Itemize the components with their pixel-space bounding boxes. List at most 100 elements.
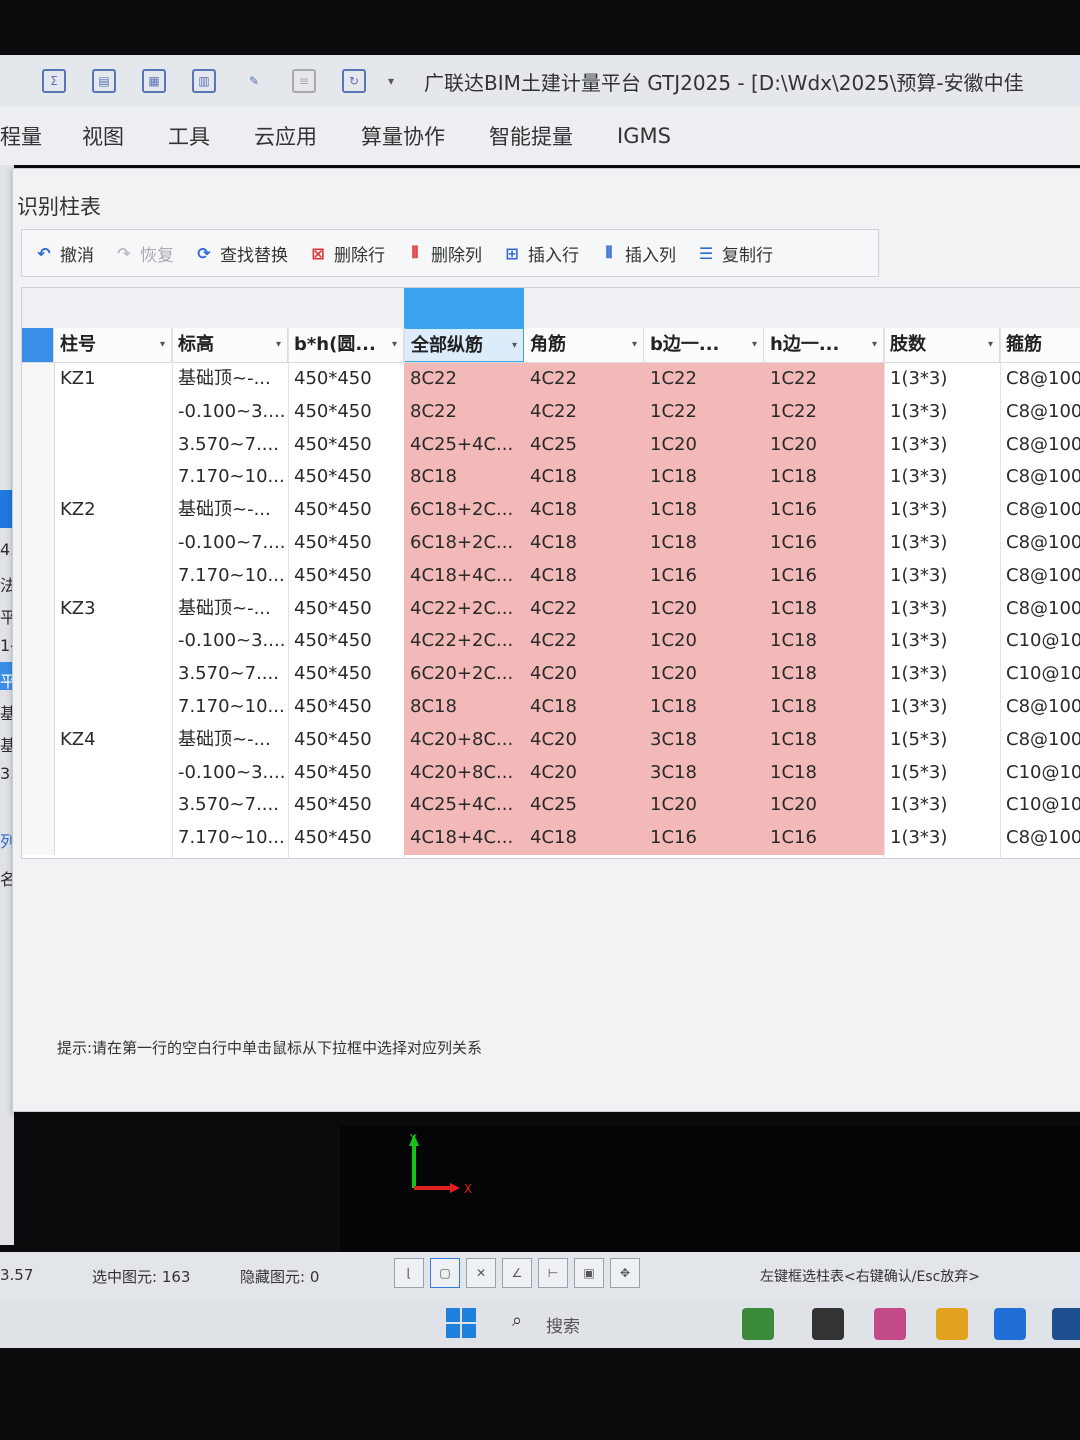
cell-leg-count[interactable]: 1(3*3) xyxy=(884,429,1000,462)
cell-all-longitudinal[interactable]: 4C20+8C... xyxy=(404,723,524,757)
cell-leg-count[interactable]: 1(3*3) xyxy=(884,625,1000,658)
cell-section-size[interactable]: 450*450 xyxy=(288,494,404,527)
cell-stirrup[interactable]: C8@100 xyxy=(1000,724,1080,757)
cell-elevation[interactable]: 基础顶~-... xyxy=(172,724,288,757)
menu-quantity[interactable]: 程量 xyxy=(0,121,42,151)
row-selector[interactable] xyxy=(22,428,55,462)
cell-b-side[interactable]: 1C20 xyxy=(644,428,764,462)
ortho-icon[interactable]: ⌊ xyxy=(394,1258,424,1288)
cell-all-longitudinal[interactable]: 4C18+4C... xyxy=(404,559,524,593)
header-leg-count[interactable]: 肢数 ▾ xyxy=(884,328,1000,362)
insert-row-button[interactable]: ⊞ 插入行 xyxy=(502,241,579,266)
delete-row-button[interactable]: ⊠ 删除行 xyxy=(308,241,385,266)
row-header-corner[interactable] xyxy=(22,328,54,362)
cell-h-side[interactable]: 1C18 xyxy=(764,592,884,626)
row-selector[interactable] xyxy=(22,395,55,429)
table-row[interactable]: -0.100~7.... 450*450 6C18+2C... 4C18 1C18 1C1… xyxy=(22,526,1080,560)
cell-b-side[interactable]: 1C22 xyxy=(644,363,764,396)
cad-icon[interactable] xyxy=(1052,1308,1080,1340)
cell-leg-count[interactable]: 1(3*3) xyxy=(884,593,1000,626)
cell-b-side[interactable]: 1C16 xyxy=(644,822,764,855)
cell-elevation[interactable]: 7.170~10... xyxy=(172,822,288,855)
table-row[interactable]: 7.170~10... 450*450 4C18+4C... 4C18 1C16 1C16… xyxy=(22,822,1080,855)
cell-column-id[interactable]: KZ4 xyxy=(54,724,172,757)
cell-h-side[interactable]: 1C22 xyxy=(764,363,884,396)
cell-section-size[interactable]: 450*450 xyxy=(288,396,404,429)
sum-icon[interactable]: Σ xyxy=(42,69,66,93)
windows-start-icon[interactable] xyxy=(446,1308,476,1338)
cell-h-side[interactable]: 1C18 xyxy=(764,723,884,757)
cell-column-id[interactable]: KZ3 xyxy=(54,593,172,626)
cell-column-id[interactable] xyxy=(54,560,172,593)
cell-stirrup[interactable]: C8@100/ xyxy=(1000,396,1080,429)
cell-column-id[interactable] xyxy=(54,625,172,658)
cell-all-longitudinal[interactable]: 4C25+4C... xyxy=(404,428,524,462)
row-selector[interactable] xyxy=(22,756,55,790)
row-selector[interactable] xyxy=(22,625,55,659)
cell-leg-count[interactable]: 1(3*3) xyxy=(884,527,1000,560)
cell-section-size[interactable]: 450*450 xyxy=(288,593,404,626)
cell-elevation[interactable]: 基础顶~-... xyxy=(172,494,288,527)
dropdown-caret-icon[interactable]: ▾ xyxy=(752,328,757,362)
folder-icon[interactable] xyxy=(936,1308,968,1340)
cell-corner-bar[interactable]: 4C18 xyxy=(524,494,644,527)
cell-stirrup[interactable]: C8@100/200 xyxy=(1000,691,1080,724)
cell-h-side[interactable]: 1C16 xyxy=(764,822,884,855)
cell-column-id[interactable]: KZ1 xyxy=(54,363,172,396)
cell-section-size[interactable]: 450*450 xyxy=(288,789,404,822)
cell-all-longitudinal[interactable]: 4C20+8C... xyxy=(404,756,524,790)
table-row[interactable]: 3.570~7.... 450*450 4C25+4C... 4C25 1C20 1C20… xyxy=(22,428,1080,462)
angle-icon[interactable]: ∠ xyxy=(502,1258,532,1288)
row-selector[interactable] xyxy=(22,559,55,593)
cell-leg-count[interactable]: 1(3*3) xyxy=(884,822,1000,855)
table-row[interactable]: 3.570~7.... 450*450 4C25+4C... 4C25 1C20 1C20… xyxy=(22,789,1080,823)
cell-b-side[interactable]: 1C20 xyxy=(644,789,764,823)
cell-elevation[interactable]: -0.100~7.... xyxy=(172,527,288,560)
header-elevation[interactable]: 标高 ▾ xyxy=(172,328,288,362)
quick-access-dropdown[interactable]: ▾ xyxy=(388,74,394,88)
cell-corner-bar[interactable]: 4C18 xyxy=(524,822,644,855)
cell-leg-count[interactable]: 1(3*3) xyxy=(884,363,1000,396)
cell-leg-count[interactable]: 1(3*3) xyxy=(884,691,1000,724)
cell-column-id[interactable]: KZ2 xyxy=(54,494,172,527)
cell-section-size[interactable]: 450*450 xyxy=(288,560,404,593)
cell-column-id[interactable] xyxy=(54,691,172,724)
cell-corner-bar[interactable]: 4C25 xyxy=(524,789,644,823)
cell-h-side[interactable]: 1C16 xyxy=(764,526,884,560)
cell-stirrup[interactable]: C8@100/ xyxy=(1000,429,1080,462)
cell-all-longitudinal[interactable]: 6C18+2C... xyxy=(404,494,524,527)
row-selector[interactable] xyxy=(22,461,55,495)
cell-section-size[interactable]: 450*450 xyxy=(288,625,404,658)
menu-igms[interactable]: IGMS xyxy=(617,124,671,148)
cell-column-id[interactable] xyxy=(54,527,172,560)
table-row[interactable]: KZ2 基础顶~-... 450*450 6C18+2C... 4C18 1C18 1C16… xyxy=(22,494,1080,527)
cell-leg-count[interactable]: 1(3*3) xyxy=(884,461,1000,494)
row-selector[interactable] xyxy=(22,658,55,691)
cell-b-side[interactable]: 1C20 xyxy=(644,658,764,691)
refresh-icon[interactable]: ↻ xyxy=(342,69,366,93)
cell-stirrup[interactable]: C8@100/2 xyxy=(1000,461,1080,494)
cell-corner-bar[interactable]: 4C18 xyxy=(524,461,644,495)
cell-leg-count[interactable]: 1(3*3) xyxy=(884,494,1000,527)
cell-h-side[interactable]: 1C22 xyxy=(764,395,884,429)
cell-corner-bar[interactable]: 4C18 xyxy=(524,526,644,560)
delete-col-button[interactable]: ⫴ 删除列 xyxy=(405,241,482,266)
cell-stirrup[interactable]: C8@100/2 xyxy=(1000,527,1080,560)
table-row[interactable]: KZ1 基础顶~-... 450*450 8C22 4C22 1C22 1C22 1(3*3)… xyxy=(22,363,1080,396)
copy-row-button[interactable]: ☰ 复制行 xyxy=(696,241,773,266)
dropdown-caret-icon[interactable]: ▾ xyxy=(632,328,637,362)
cell-all-longitudinal[interactable]: 6C18+2C... xyxy=(404,526,524,560)
search-icon[interactable]: ⌕ xyxy=(512,1310,522,1331)
pen-icon[interactable]: ✎ xyxy=(242,69,266,93)
cell-b-side[interactable]: 3C18 xyxy=(644,723,764,757)
cell-corner-bar[interactable]: 4C18 xyxy=(524,690,644,724)
cell-corner-bar[interactable]: 4C22 xyxy=(524,395,644,429)
dropdown-caret-icon[interactable]: ▾ xyxy=(988,328,993,362)
menu-collab[interactable]: 算量协作 xyxy=(361,121,445,151)
row-selector[interactable] xyxy=(22,822,55,855)
cell-corner-bar[interactable]: 4C22 xyxy=(524,625,644,659)
cell-column-id[interactable] xyxy=(54,461,172,494)
cell-stirrup[interactable]: C10@100 xyxy=(1000,625,1080,658)
menu-tools[interactable]: 工具 xyxy=(168,121,210,151)
cell-h-side[interactable]: 1C18 xyxy=(764,461,884,495)
